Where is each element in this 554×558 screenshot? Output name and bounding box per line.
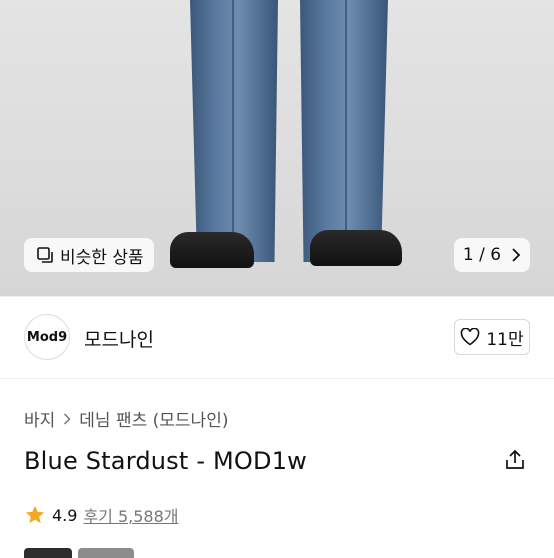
breadcrumb-item-denim-pants[interactable]: 데님 팬츠 (모드나인) [79, 406, 228, 431]
gallery-pager-text: 1 / 6 [462, 245, 502, 265]
similar-items-icon [37, 247, 53, 263]
product-rating: 4.9 후기 5,588개 [24, 503, 179, 527]
share-icon[interactable] [503, 448, 527, 472]
brand-logo[interactable]: Mod9 [24, 314, 70, 360]
divider [0, 378, 554, 379]
brand-name[interactable]: 모드나인 [84, 325, 154, 352]
product-photo-right-leg [300, 0, 388, 262]
similar-items-label: 비슷한 상품 [60, 247, 144, 268]
jeans-seam [345, 0, 347, 250]
product-photo-left-leg [190, 0, 278, 262]
product-photo-left-boot [170, 232, 254, 268]
chevron-right-icon [64, 412, 71, 425]
like-count: 11만 [486, 329, 524, 350]
like-button[interactable]: 11만 [454, 319, 530, 355]
product-image-gallery[interactable]: 비슷한 상품 1 / 6 [0, 0, 554, 296]
star-icon [25, 505, 45, 524]
breadcrumb: 바지 데님 팬츠 (모드나인) [24, 406, 228, 431]
gallery-pager[interactable]: 1 / 6 [454, 238, 530, 272]
product-photo-right-boot [310, 230, 402, 266]
product-title: Blue Stardust - MOD1w [24, 447, 307, 475]
chevron-right-icon [512, 248, 521, 262]
brand-logo-text: Mod9 [26, 329, 68, 345]
jeans-seam [232, 0, 234, 250]
review-count-link[interactable]: 후기 5,588개 [83, 503, 178, 527]
rating-score: 4.9 [52, 505, 78, 525]
breadcrumb-item-pants[interactable]: 바지 [24, 406, 55, 431]
divider [0, 296, 554, 297]
thumbnail[interactable] [24, 548, 72, 558]
similar-items-button[interactable]: 비슷한 상품 [24, 238, 154, 272]
thumbnail-strip[interactable] [24, 548, 134, 558]
thumbnail[interactable] [78, 548, 134, 558]
heart-icon [461, 328, 480, 346]
